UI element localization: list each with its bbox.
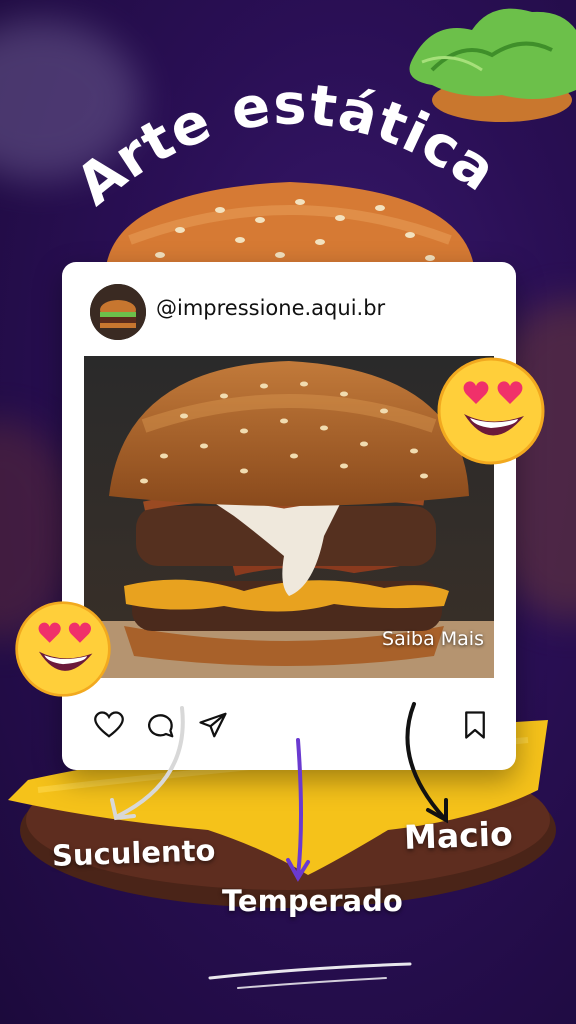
arrow-suculento-icon xyxy=(116,706,185,818)
arrow-macio-icon xyxy=(405,702,446,820)
label-suculento: Suculento xyxy=(51,833,216,873)
decorative-underline-icon xyxy=(208,962,412,980)
label-macio: Macio xyxy=(403,814,514,857)
label-temperado: Temperado xyxy=(222,884,403,918)
ad-canvas: Arte estática @impressione.aqui.br Saiba… xyxy=(0,0,576,1024)
arrow-temperado-icon xyxy=(296,738,303,878)
